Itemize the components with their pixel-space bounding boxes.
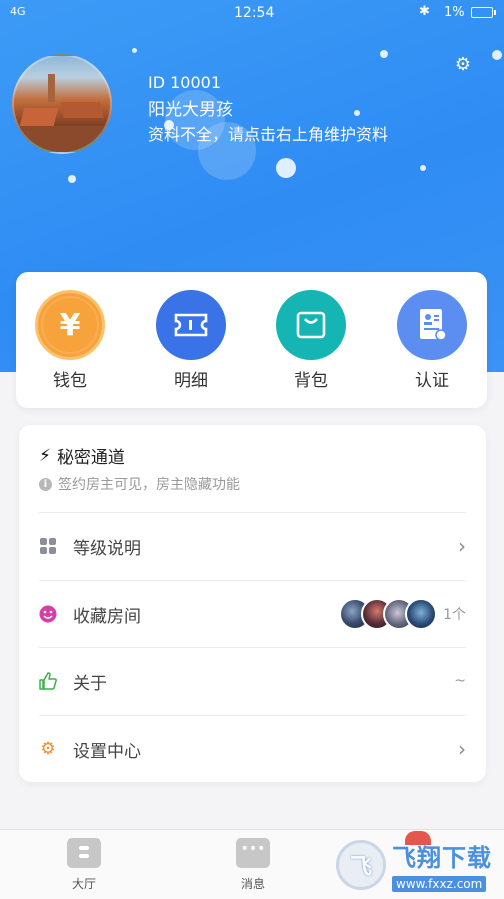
tab-lobby[interactable]: 大厅: [49, 838, 119, 892]
decor-bubble: [132, 48, 137, 53]
smile-icon: [39, 605, 57, 623]
battery-icon: [471, 7, 496, 18]
decor-bubble: [276, 158, 296, 178]
tab-messages[interactable]: ••• 消息: [218, 838, 288, 892]
favorites-label: 收藏房间: [73, 606, 141, 627]
avatar-tower: [48, 74, 55, 102]
tab-badge: [405, 831, 431, 845]
settings-gear-icon[interactable]: ⚙: [452, 54, 474, 76]
decor-bubble: [492, 50, 502, 60]
decor-bubble: [420, 165, 426, 171]
thumbs-up-icon: [39, 672, 57, 690]
chevron-right-icon: ›: [458, 534, 466, 558]
profile-hint[interactable]: 资料不全，请点击右上角维护资料: [148, 121, 388, 145]
user-id: ID 10001: [148, 73, 222, 92]
verify-label: 认证: [415, 371, 449, 391]
quick-actions-card: ¥ 钱包 明细 背包 认证: [16, 272, 487, 408]
watermark-logo: 飞 飞翔下载 www.fxxz.com: [336, 831, 500, 894]
user-name: 阳光大男孩: [148, 100, 233, 120]
backpack-label: 背包: [294, 371, 328, 391]
wallet-button[interactable]: ¥ 钱包: [30, 290, 110, 391]
secret-title-text: 秘密通道: [56, 448, 125, 468]
battery-percent: 1%: [444, 5, 465, 20]
favorite-room-avatars: [339, 598, 438, 630]
lightning-icon: ⚡: [39, 445, 51, 466]
avatar-roof: [19, 108, 59, 126]
menu-row-level[interactable]: 等级说明 ›: [39, 512, 466, 579]
bluetooth-icon: ✱: [419, 4, 430, 19]
menu-card: ⚡ 秘密通道 i 签约房主可见，房主隐藏功能 等级说明 › 收藏房间 1个 关于…: [19, 425, 486, 782]
wallet-label: 钱包: [53, 371, 87, 391]
avatar-wall: [14, 126, 110, 152]
status-time: 12:54: [234, 5, 275, 21]
menu-row-favorites[interactable]: 收藏房间 1个: [39, 580, 466, 647]
about-value: ~: [454, 673, 466, 689]
decor-bubble: [380, 50, 388, 58]
id-card-icon: [397, 290, 467, 360]
avatar[interactable]: [12, 54, 112, 154]
info-icon: i: [39, 477, 52, 491]
message-icon: •••: [236, 838, 270, 868]
grid-icon: [39, 537, 57, 555]
ticket-icon: [156, 290, 226, 360]
lobby-icon: [67, 838, 101, 868]
menu-row-about[interactable]: 关于 ~: [39, 647, 466, 714]
status-bar: 4G 12:54 ✱ 1%: [0, 0, 504, 26]
decor-bubble: [354, 110, 360, 116]
level-label: 等级说明: [73, 538, 141, 559]
yen-coin-icon: ¥: [35, 290, 105, 360]
about-label: 关于: [73, 673, 107, 694]
menu-row-settings[interactable]: ⚙ 设置中心 ›: [39, 715, 466, 782]
detail-button[interactable]: 明细: [151, 290, 231, 391]
watermark-text: 飞翔下载 www.fxxz.com: [392, 838, 492, 892]
chevron-right-icon: ›: [458, 737, 466, 761]
secret-channel-title[interactable]: ⚡ 秘密通道: [39, 443, 125, 469]
tab-lobby-label: 大厅: [71, 877, 96, 891]
settings-label: 设置中心: [73, 741, 141, 762]
detail-label: 明细: [174, 371, 208, 391]
watermark-url: www.fxxz.com: [392, 876, 487, 892]
avatar-roof: [60, 102, 104, 118]
decor-bubble: [68, 175, 76, 183]
backpack-button[interactable]: 背包: [271, 290, 351, 391]
favorites-count: 1个: [443, 607, 466, 623]
tab-messages-label: 消息: [240, 877, 265, 891]
signal-indicator: 4G: [10, 5, 26, 18]
bag-icon: [276, 290, 346, 360]
room-avatar: [405, 598, 438, 630]
gear-icon: ⚙: [40, 739, 56, 759]
secret-channel-subtitle: i 签约房主可见，房主隐藏功能: [39, 474, 240, 494]
secret-subtitle-text: 签约房主可见，房主隐藏功能: [58, 477, 240, 493]
watermark-emblem: 飞: [336, 840, 386, 890]
verify-button[interactable]: 认证: [392, 290, 472, 391]
